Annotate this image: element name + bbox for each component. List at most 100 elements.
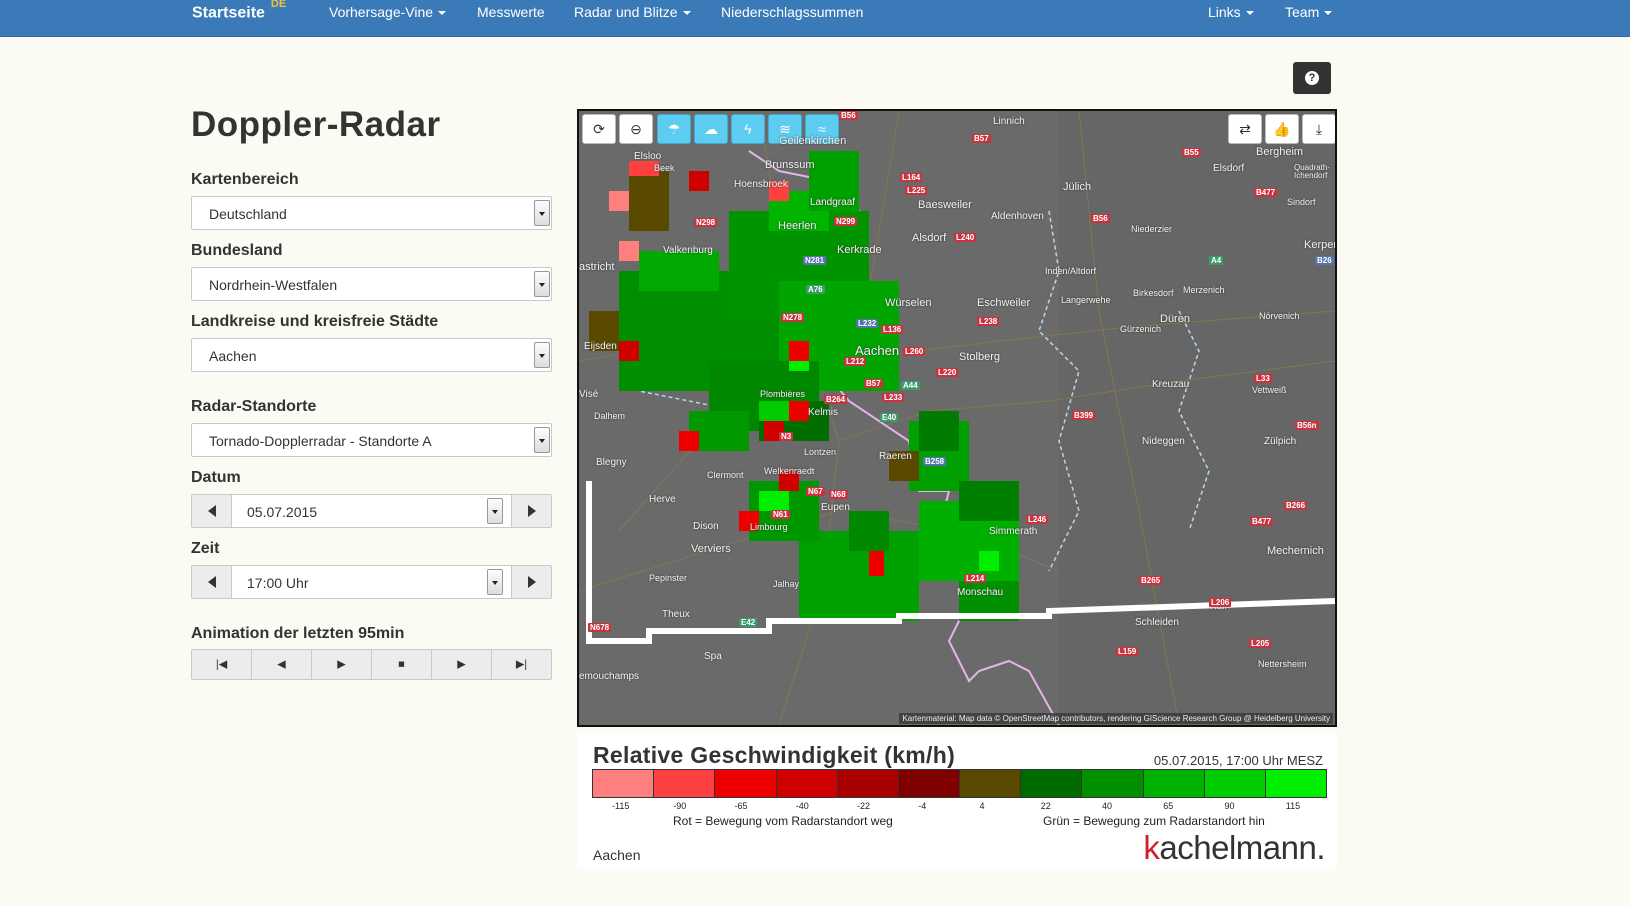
legend-tick-label: -65 bbox=[734, 801, 748, 811]
legend-city: Aachen bbox=[593, 847, 641, 863]
precipitation-button[interactable]: ☂ bbox=[657, 114, 691, 144]
play-icon: ▶ bbox=[337, 658, 346, 670]
download-icon: ⤓ bbox=[1315, 121, 1323, 137]
anim-first-button[interactable]: |◀ bbox=[192, 650, 252, 679]
chevron-down-icon bbox=[1324, 11, 1333, 16]
nav-radar-dropdown[interactable]: Radar und Blitze bbox=[574, 4, 691, 20]
town-label: Welkenraedt bbox=[764, 466, 815, 476]
zeit-prev-button[interactable] bbox=[192, 566, 232, 598]
legend-tick-label: -4 bbox=[918, 801, 927, 811]
top-navbar: Startseite DE Vorhersage-Vine Messwerte R… bbox=[0, 0, 1630, 37]
caret-right-icon bbox=[528, 576, 536, 588]
road-label: B57 bbox=[972, 134, 991, 143]
anim-play-button[interactable]: ▶ bbox=[312, 650, 372, 679]
kartenbereich-select[interactable]: Deutschland bbox=[191, 196, 552, 230]
map-attribution: Kartenmaterial: Map data © OpenStreetMap… bbox=[899, 713, 1333, 724]
town-label: Aachen bbox=[855, 343, 900, 358]
town-label: Raeren bbox=[879, 451, 912, 462]
road-label: A44 bbox=[901, 381, 920, 390]
town-label: Eijsden bbox=[584, 341, 617, 352]
road-label: L225 bbox=[905, 186, 928, 195]
download-button[interactable]: ⤓ bbox=[1302, 114, 1335, 144]
town-label: Verviers bbox=[691, 543, 731, 555]
like-button[interactable]: 👍 bbox=[1265, 114, 1299, 144]
datum-value[interactable]: 05.07.2015 bbox=[247, 504, 317, 520]
hail-button[interactable]: ☁ bbox=[694, 114, 728, 144]
zoom-out-icon: ⊖ bbox=[630, 121, 642, 137]
help-button[interactable]: ? bbox=[1293, 62, 1331, 94]
chevron-down-icon[interactable] bbox=[534, 200, 550, 226]
nav-niederschlag[interactable]: Niederschlagssummen bbox=[721, 4, 863, 20]
town-label: Plombières bbox=[760, 389, 806, 399]
town-label: Baesweiler bbox=[918, 199, 972, 211]
anim-next-button[interactable]: ▶ bbox=[432, 650, 492, 679]
road-label: N281 bbox=[803, 256, 827, 265]
umbrella-icon: ☂ bbox=[667, 121, 681, 137]
radar-standorte-select[interactable]: Tornado-Dopplerradar - Standorte A bbox=[191, 423, 552, 457]
town-label: Geilenkirchen bbox=[779, 135, 847, 147]
chevron-down-icon[interactable] bbox=[534, 427, 550, 453]
step-back-icon: ◀ bbox=[277, 658, 286, 670]
anim-stop-button[interactable]: ■ bbox=[372, 650, 432, 679]
road-label: N61 bbox=[771, 510, 790, 519]
nav-item-label: Niederschlagssummen bbox=[721, 4, 864, 20]
lightning-button[interactable]: ϟ bbox=[731, 114, 765, 144]
chevron-down-icon[interactable] bbox=[534, 342, 550, 368]
anim-prev-button[interactable]: ◀ bbox=[252, 650, 312, 679]
radar-map[interactable]: ⟳ ⊖ ☂ ☁ ϟ ≋ ≈ ⇄ 👍 ⤓ Geilenkirchen Linnic… bbox=[577, 109, 1337, 727]
legend-tick-label: -22 bbox=[857, 801, 871, 811]
anim-last-button[interactable]: ▶| bbox=[492, 650, 551, 679]
town-label: Langerwehe bbox=[1061, 295, 1111, 305]
town-label: Stolberg bbox=[959, 351, 1000, 363]
nav-vorhersage-dropdown[interactable]: Vorhersage-Vine bbox=[329, 4, 447, 20]
chevron-down-icon bbox=[682, 11, 691, 16]
town-label: Schleiden bbox=[1135, 617, 1179, 628]
legend-swatch bbox=[1143, 770, 1205, 797]
chevron-down-icon[interactable] bbox=[534, 271, 550, 297]
town-label: Niederzier bbox=[1131, 224, 1173, 234]
zeit-value[interactable]: 17:00 Uhr bbox=[247, 575, 308, 591]
town-label: Inden/Altdorf bbox=[1045, 266, 1097, 276]
legend-swatch bbox=[715, 770, 777, 797]
chevron-down-icon[interactable] bbox=[487, 498, 503, 524]
town-label: Beek bbox=[654, 163, 675, 173]
legend-tick-label: -115 bbox=[612, 801, 630, 811]
town-label: Düren bbox=[1160, 313, 1190, 325]
town-label: Nörvenich bbox=[1259, 311, 1300, 321]
town-label: Dalhem bbox=[594, 411, 626, 421]
town-label: Visé bbox=[579, 389, 599, 400]
chevron-down-icon[interactable] bbox=[487, 569, 503, 595]
town-label: Aldenhoven bbox=[991, 211, 1044, 222]
brand-link[interactable]: Startseite DE bbox=[192, 0, 286, 22]
town-label: Landgraaf bbox=[810, 197, 856, 208]
datum-next-button[interactable] bbox=[511, 495, 551, 527]
legend-tick-label: -90 bbox=[673, 801, 687, 811]
road-label: A76 bbox=[806, 285, 825, 294]
town-label: Theux bbox=[662, 609, 690, 620]
lightning-icon: ϟ bbox=[744, 121, 752, 137]
zoom-out-button[interactable]: ⊖ bbox=[619, 114, 653, 144]
nav-links-dropdown[interactable]: Links bbox=[1208, 4, 1254, 20]
bundesland-select[interactable]: Nordrhein-Westfalen bbox=[191, 267, 552, 301]
road-label: N68 bbox=[829, 490, 848, 499]
town-label: Würselen bbox=[885, 297, 932, 309]
town-label: Limbourg bbox=[750, 522, 788, 532]
legend-swatch bbox=[1204, 770, 1266, 797]
datum-prev-button[interactable] bbox=[192, 495, 232, 527]
town-label: Mechernich bbox=[1267, 545, 1324, 557]
town-label: Elsdorf bbox=[1213, 163, 1245, 174]
nav-messwerte[interactable]: Messwerte bbox=[477, 4, 545, 20]
animation-controls: |◀ ◀ ▶ ■ ▶ ▶| bbox=[191, 649, 552, 680]
town-label: Eupen bbox=[821, 502, 850, 513]
town-label: emouchamps bbox=[579, 671, 640, 682]
legend-swatch bbox=[1265, 770, 1327, 797]
landkreise-select[interactable]: Aachen bbox=[191, 338, 552, 372]
retweet-button[interactable]: ⇄ bbox=[1228, 114, 1262, 144]
town-label: Sindorf bbox=[1287, 197, 1316, 207]
refresh-button[interactable]: ⟳ bbox=[582, 114, 616, 144]
town-label: Merzenich bbox=[1183, 285, 1225, 295]
nav-team-dropdown[interactable]: Team bbox=[1285, 4, 1333, 20]
zeit-next-button[interactable] bbox=[511, 566, 551, 598]
thumbs-up-icon: 👍 bbox=[1273, 121, 1291, 137]
nav-item-label: Radar und Blitze bbox=[574, 4, 678, 20]
